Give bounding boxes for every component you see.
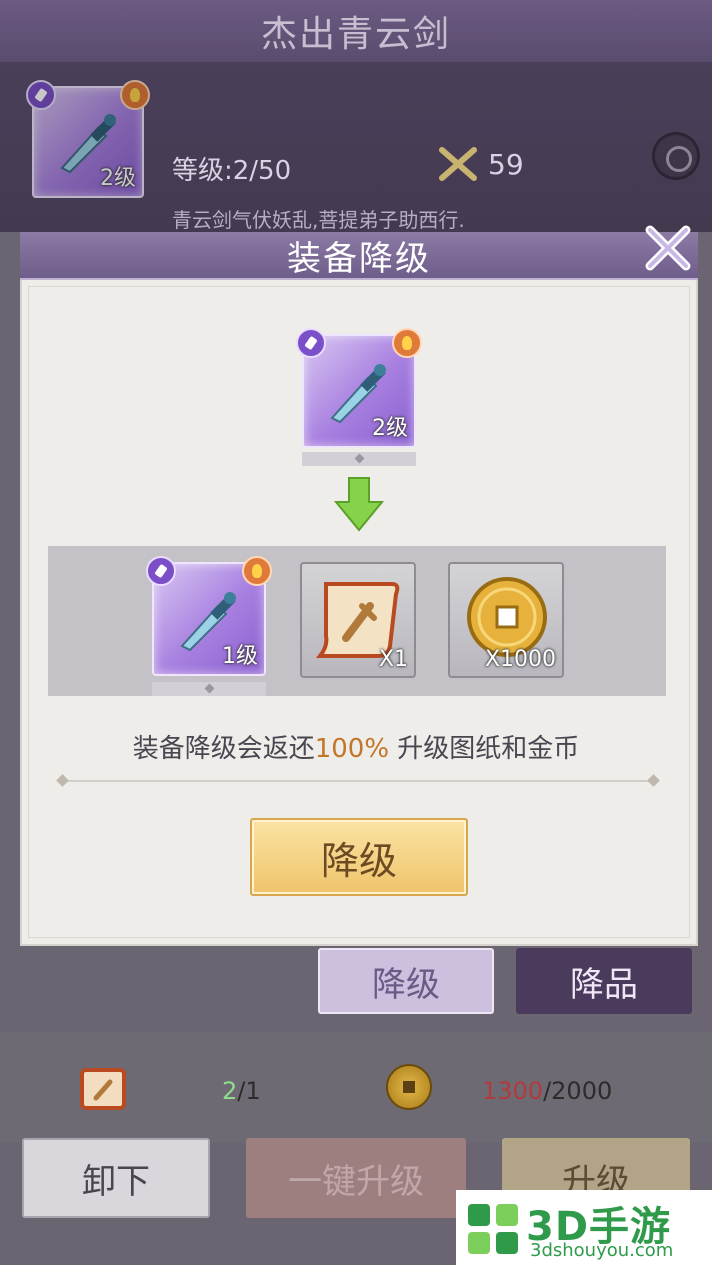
dialog-title: 装备降级	[287, 238, 431, 279]
tab-demote[interactable]: 降级	[318, 948, 494, 1014]
close-icon[interactable]	[640, 220, 696, 276]
one-click-upgrade-button[interactable]: 一键升级	[246, 1138, 466, 1218]
item-level-label: 2级	[100, 166, 136, 191]
confirm-demote-button[interactable]: 降级	[250, 818, 468, 896]
blueprint-qty: X1	[378, 647, 408, 672]
blueprint-scroll-icon	[80, 1068, 126, 1110]
gold-qty: X1000	[484, 647, 556, 672]
crossed-swords-icon	[439, 147, 477, 181]
arrow-down-icon	[334, 477, 384, 532]
tab-quality[interactable]: 降品	[516, 948, 692, 1014]
equipped-item-slot[interactable]: 2级	[26, 80, 150, 198]
result-item-slot: 1级	[146, 556, 272, 676]
demote-notice: 装备降级会返还100% 升级图纸和金币	[132, 734, 580, 764]
gold-slot: X1000	[448, 562, 564, 678]
blueprint-count: 2/1	[222, 1077, 261, 1105]
watermark: 3D手游网 3dshouyou.com	[456, 1190, 712, 1265]
item-header: 杰出青云剑	[0, 0, 712, 62]
dialog-header: 装备降级	[20, 232, 698, 280]
item-level-text: 等级:2/50	[172, 156, 292, 186]
item-name: 杰出青云剑	[260, 14, 451, 55]
current-item-bar	[302, 452, 416, 466]
current-level-label: 2级	[372, 416, 408, 441]
result-item-bar	[152, 682, 266, 696]
unequip-button[interactable]: 卸下	[22, 1138, 210, 1218]
gold-count: 1300/2000	[482, 1077, 613, 1105]
gold-coin-icon	[386, 1064, 432, 1110]
item-info-panel: 2级 等级:2/50 59 青云剑气伏妖乱,菩提弟子助西行.	[0, 62, 712, 232]
share-button[interactable]	[652, 132, 700, 180]
watermark-url: 3dshouyou.com	[530, 1240, 674, 1261]
current-item-slot: 2级	[296, 328, 422, 448]
watermark-logo-icon	[468, 1204, 518, 1254]
result-level-label: 1级	[222, 644, 258, 669]
power-value: 59	[488, 148, 524, 181]
blueprint-slot: X1	[300, 562, 416, 678]
divider	[60, 780, 656, 782]
item-description: 青云剑气伏妖乱,菩提弟子助西行.	[172, 208, 465, 232]
